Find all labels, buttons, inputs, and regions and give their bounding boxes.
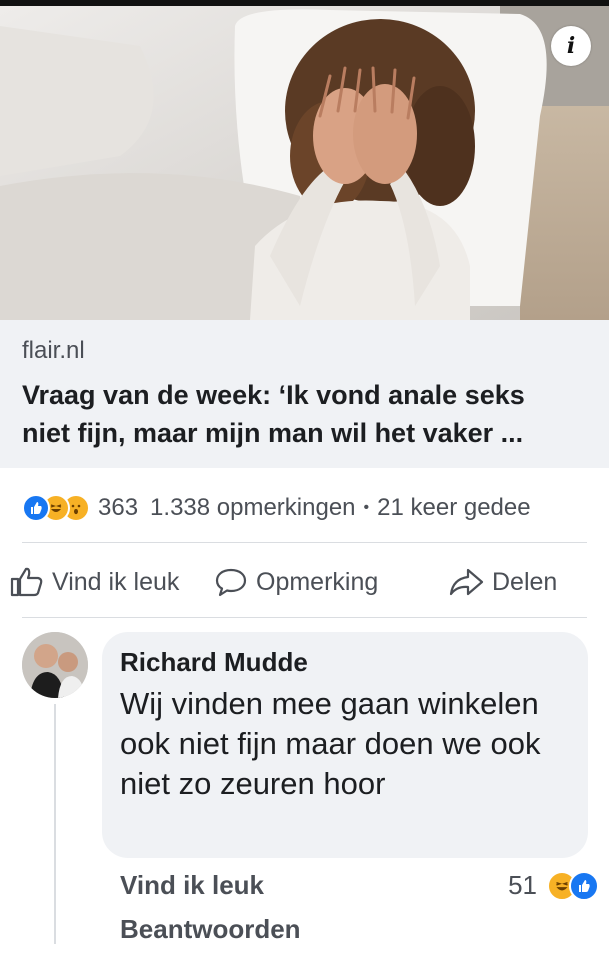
share-arrow-icon [449,568,484,596]
avatar[interactable] [22,632,88,698]
reaction-icons[interactable] [22,494,90,522]
thumbs-up-icon [10,567,43,597]
actions-divider [22,617,587,618]
thread-line [54,704,56,944]
comment-like-button[interactable]: Vind ik leuk [120,870,264,901]
share-count[interactable]: 21 keer gedee [377,494,530,522]
like-button-label: Vind ik leuk [52,567,180,596]
comment-bubble: Richard Mudde Wij vinden mee gaan winkel… [102,632,588,858]
link-domain: flair.nl [22,337,85,364]
comment-reaction-count: 51 [508,870,537,900]
stats-divider [22,542,587,543]
link-preview[interactable]: flair.nl Vraag van de week: ‘Ik vond ana… [0,320,609,468]
link-headline-line-2: niet fijn, maar mijn man wil het vaker .… [22,418,524,448]
comment-text: Wij vinden mee gaan winkelen ook niet fi… [120,686,541,801]
reaction-count[interactable]: 363 [98,494,138,522]
comment-count[interactable]: 1.338 opmerkingen [150,494,355,522]
info-button[interactable]: i [551,26,591,66]
comment-button[interactable]: Opmerking [214,558,378,606]
like-reaction-icon [569,870,599,901]
post-action-bar: Vind ik leuk Opmerking Delen [0,558,609,606]
comment-reactions[interactable]: 51 [508,870,599,901]
like-button[interactable]: Vind ik leuk [10,558,179,606]
like-reaction-icon [22,494,50,522]
post-stats: 363 1.338 opmerkingen • 21 keer gedee [22,488,531,528]
link-headline: Vraag van de week: ‘Ik vond anale seks n… [22,376,587,452]
post-image[interactable]: i [0,6,609,320]
info-icon: i [566,33,576,59]
stats-separator: • [363,499,370,516]
link-headline-line-1: Vraag van de week: ‘Ik vond anale seks [22,380,525,410]
comment-reply-button[interactable]: Beantwoorden [120,914,301,945]
comment-button-label: Opmerking [256,567,379,596]
share-button[interactable]: Delen [448,558,557,606]
post-image-illustration [0,6,609,320]
share-button-label: Delen [492,567,558,596]
comment-author[interactable]: Richard Mudde [120,646,570,678]
speech-bubble-icon [215,568,247,597]
